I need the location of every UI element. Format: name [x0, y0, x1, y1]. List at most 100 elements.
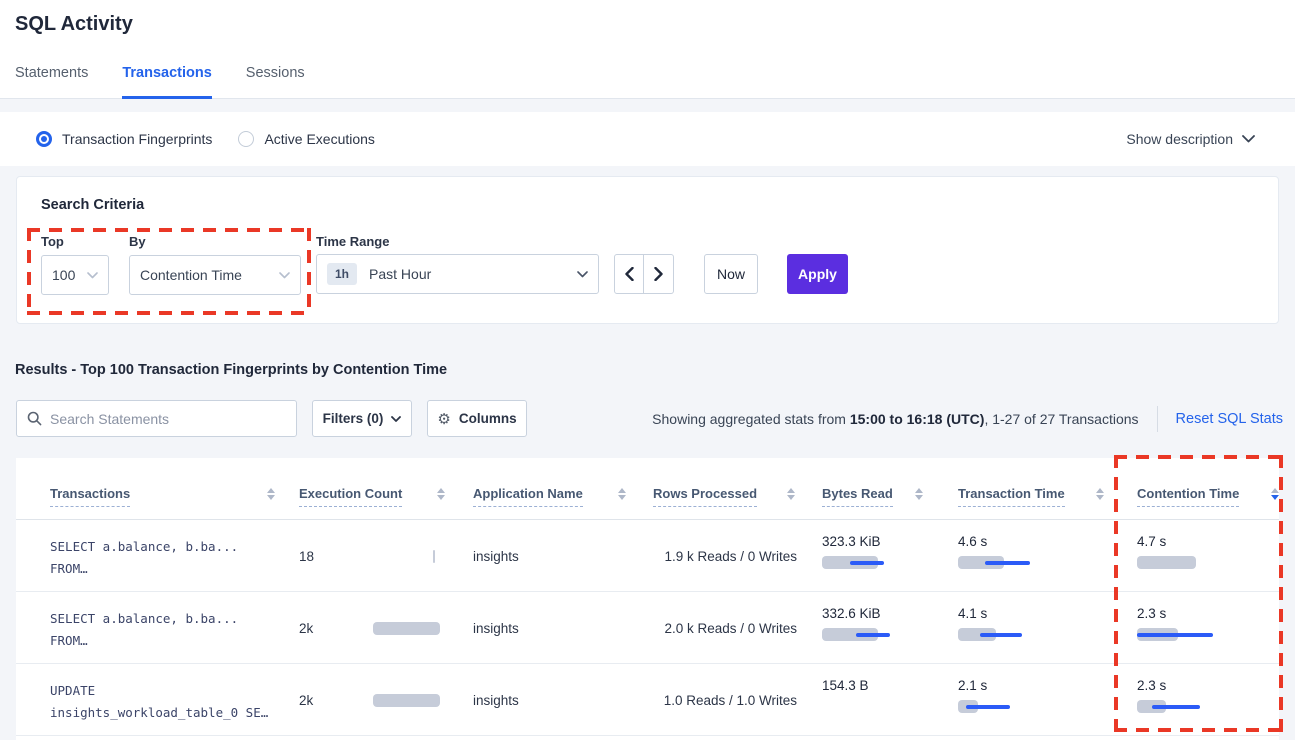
execution-count-cell: 18: [299, 520, 443, 592]
bytes-read-bar: [822, 556, 902, 569]
radio-transaction-fingerprints[interactable]: Transaction Fingerprints: [36, 131, 212, 147]
top-select-value: 100: [52, 267, 75, 283]
page-title: SQL Activity: [15, 13, 133, 36]
rows-processed-cell: 1.0 Reads / 1.0 Writes: [653, 693, 797, 708]
table-row[interactable]: UPDATEinsights_workload_table_0 SE… 2k i…: [16, 664, 1279, 736]
transaction-fingerprint-link[interactable]: UPDATEinsights_workload_table_0 SE…: [50, 680, 268, 724]
by-label: By: [129, 234, 146, 249]
results-heading: Results - Top 100 Transaction Fingerprin…: [15, 362, 447, 378]
filters-button[interactable]: Filters (0): [312, 400, 412, 437]
col-header-bytes-read[interactable]: Bytes Read: [822, 486, 893, 507]
by-select-value: Contention Time: [140, 267, 242, 283]
search-icon: [27, 411, 42, 426]
chevron-down-icon: [1242, 135, 1255, 143]
chevron-down-icon: [577, 271, 588, 278]
col-header-transactions[interactable]: Transactions: [50, 486, 130, 507]
aggregated-stats-text: Showing aggregated stats from 15:00 to 1…: [652, 411, 1138, 427]
contention-time-cell: 4.7 s: [1137, 534, 1217, 569]
chevron-down-icon: [87, 272, 98, 279]
sort-icon[interactable]: [267, 488, 275, 500]
bytes-read-cell: 154.3 B: [822, 678, 902, 713]
tab-statements[interactable]: Statements: [15, 65, 88, 99]
contention-time-bar: [1137, 556, 1217, 569]
execution-count-cell: 2k: [299, 664, 443, 736]
search-box: [16, 400, 297, 437]
col-header-execution-count[interactable]: Execution Count: [299, 486, 402, 507]
col-header-application-name[interactable]: Application Name: [473, 486, 583, 507]
chevron-down-icon: [279, 272, 290, 279]
next-time-button[interactable]: [644, 254, 674, 294]
chevron-down-icon: [391, 416, 401, 422]
chevron-right-icon: [654, 267, 663, 281]
radio-active-executions[interactable]: Active Executions: [238, 131, 375, 147]
by-select[interactable]: Contention Time: [129, 255, 301, 295]
transaction-time-cell: 4.1 s: [958, 606, 1038, 641]
sql-activity-page: SQL Activity Statements Transactions Ses…: [0, 0, 1295, 740]
application-name-cell: insights: [473, 693, 519, 708]
view-mode-bar: Transaction Fingerprints Active Executio…: [0, 112, 1295, 166]
transaction-time-cell: 2.1 s: [958, 678, 1038, 713]
execution-count-bar: [373, 622, 443, 635]
radio-selected-icon: [36, 131, 52, 147]
radio-unselected-icon: [238, 131, 254, 147]
col-header-contention-time[interactable]: Contention Time: [1137, 486, 1239, 507]
application-name-cell: insights: [473, 549, 519, 564]
columns-label: Columns: [459, 411, 517, 426]
time-nav-group: [614, 254, 674, 294]
sort-icon[interactable]: [787, 488, 795, 500]
time-range-label: Time Range: [316, 234, 389, 249]
radio-label: Transaction Fingerprints: [62, 131, 212, 147]
bytes-read-cell: 332.6 KiB: [822, 606, 902, 641]
tab-sessions[interactable]: Sessions: [246, 65, 305, 99]
reset-sql-stats-link[interactable]: Reset SQL Stats: [1157, 406, 1283, 432]
contention-time-bar: [1137, 700, 1217, 713]
tab-bar: Statements Transactions Sessions: [15, 65, 305, 99]
contention-time-bar: [1137, 628, 1217, 641]
time-range-select[interactable]: 1h Past Hour: [316, 254, 599, 294]
gear-icon: ⚙: [437, 410, 450, 428]
results-controls: Filters (0) ⚙ Columns Showing aggregated…: [16, 400, 1283, 437]
col-header-transaction-time[interactable]: Transaction Time: [958, 486, 1065, 507]
show-description-label: Show description: [1126, 131, 1233, 147]
now-button[interactable]: Now: [704, 254, 758, 294]
transaction-time-bar: [958, 556, 1038, 569]
filters-label: Filters (0): [323, 411, 384, 426]
time-range-value: Past Hour: [369, 266, 431, 282]
execution-count-bar: [373, 550, 443, 563]
contention-time-cell: 2.3 s: [1137, 606, 1217, 641]
search-criteria-card: Search Criteria Top 100 By Contention Ti…: [16, 176, 1279, 324]
time-range-badge: 1h: [327, 263, 357, 285]
sort-icon[interactable]: [1096, 488, 1104, 500]
execution-count-bar: [373, 694, 443, 707]
sort-icon[interactable]: [618, 488, 626, 500]
table-row[interactable]: SELECT a.balance, b.ba...FROM… 18 insigh…: [16, 520, 1279, 592]
transaction-fingerprint-link[interactable]: SELECT a.balance, b.ba...FROM…: [50, 608, 238, 652]
tab-transactions[interactable]: Transactions: [122, 65, 211, 99]
contention-time-cell: 2.3 s: [1137, 678, 1217, 713]
rows-processed-cell: 1.9 k Reads / 0 Writes: [653, 549, 797, 564]
top-label: Top: [41, 234, 64, 249]
transaction-fingerprint-link[interactable]: SELECT a.balance, b.ba...FROM…: [50, 536, 238, 580]
show-description-toggle[interactable]: Show description: [1126, 131, 1255, 147]
search-input[interactable]: [50, 411, 286, 427]
search-criteria-heading: Search Criteria: [41, 197, 144, 213]
bytes-read-bar: [822, 628, 902, 641]
transaction-time-bar: [958, 628, 1038, 641]
application-name-cell: insights: [473, 621, 519, 636]
columns-button[interactable]: ⚙ Columns: [427, 400, 527, 437]
apply-button[interactable]: Apply: [787, 254, 848, 294]
execution-count-cell: 2k: [299, 592, 443, 664]
top-select[interactable]: 100: [41, 255, 109, 295]
radio-label: Active Executions: [264, 131, 375, 147]
stats-cluster: Showing aggregated stats from 15:00 to 1…: [652, 400, 1283, 437]
col-header-rows-processed[interactable]: Rows Processed: [653, 486, 757, 507]
sort-icon[interactable]: [915, 488, 923, 500]
chevron-left-icon: [625, 267, 634, 281]
sort-icon[interactable]: [437, 488, 445, 500]
rows-processed-cell: 2.0 k Reads / 0 Writes: [653, 621, 797, 636]
previous-time-button[interactable]: [614, 254, 644, 294]
sort-icon-active-desc[interactable]: [1271, 488, 1279, 500]
transactions-table: Transactions Execution Count Application…: [16, 458, 1279, 740]
table-row[interactable]: SELECT a.balance, b.ba...FROM… 2k insigh…: [16, 592, 1279, 664]
transaction-time-bar: [958, 700, 1038, 713]
